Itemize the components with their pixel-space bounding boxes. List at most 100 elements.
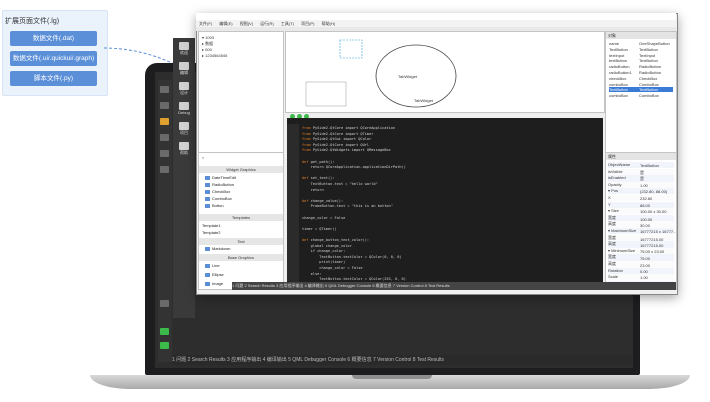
property-value: 75.00 x 23.00	[640, 248, 665, 254]
run-icon[interactable]	[160, 328, 169, 335]
mode-design[interactable]: 设计	[176, 82, 192, 96]
menu-run[interactable]: 运行(R)	[260, 20, 274, 27]
datetime-icon	[205, 175, 210, 180]
property-row[interactable]: ObjectName TextButton	[608, 162, 674, 168]
object-row[interactable]: name OneShapeButton	[609, 41, 673, 46]
menu-tools[interactable]: 工具(T)	[281, 20, 294, 27]
widget-box-pane: ⌕ Widget Graphics DateTimeEdit RadioButt…	[198, 152, 284, 290]
design-canvas[interactable]: TabWidget TabWidget	[285, 31, 605, 113]
templates-header[interactable]: Templates	[199, 214, 283, 221]
property-row[interactable]: ▾ MaximumSize 16777215 x 16777...	[608, 228, 676, 234]
object-row[interactable]: radioButton1 RadioButton	[609, 70, 673, 75]
widget-item[interactable]: DateTimeEdit	[205, 175, 236, 180]
base-graphics-header[interactable]: Base Graphics	[199, 254, 283, 261]
welcome-icon[interactable]	[160, 86, 169, 93]
widget-item[interactable]: RadioButton	[205, 182, 234, 187]
project-icon[interactable]	[160, 150, 169, 157]
laptop-output-tabs[interactable]: 1 问题 2 Search Results 3 应用程序输出 4 编译输出 5 …	[172, 355, 632, 365]
widget-item[interactable]: Image	[205, 281, 223, 286]
property-key: 宽度	[608, 234, 616, 240]
code-text: TextButton.text = "hello world"	[302, 182, 378, 186]
object-row[interactable]: TextButton TextButton	[609, 87, 673, 93]
object-row[interactable]: checkBox CheckBox	[609, 76, 673, 81]
code-keyword: from	[302, 142, 311, 147]
widget-item[interactable]: Ellipse	[205, 272, 224, 277]
property-row[interactable]: ▾ Pos (232.80, 88.00)	[608, 188, 674, 195]
property-value: (232.80, 88.00)	[640, 189, 668, 195]
property-key: ▾ MaximumSize	[608, 228, 637, 233]
object-name: textInput	[609, 52, 625, 58]
property-row[interactable]: Y 88.00	[608, 201, 674, 208]
code-line: def set_text():	[302, 176, 334, 180]
property-key: X	[608, 195, 611, 200]
menu-edit[interactable]: 编辑(E)	[219, 20, 232, 27]
object-row[interactable]: comboBox ComboBox	[609, 93, 673, 98]
mode-debug[interactable]: Debug	[176, 102, 192, 116]
property-row[interactable]: Scale 1.00	[608, 274, 674, 281]
device-icon[interactable]	[160, 300, 169, 307]
mode-project[interactable]: 项目	[176, 122, 192, 136]
menu-help[interactable]: 帮助(H)	[322, 20, 336, 27]
chip-dat-file[interactable]: 数据文件(.dat)	[10, 31, 97, 46]
widget-item[interactable]: Markdown	[205, 246, 230, 251]
mode-help[interactable]: 帮助	[176, 142, 192, 156]
menu-project[interactable]: 项目(P)	[301, 20, 314, 27]
tree-item[interactable]: ▸ 1234564545	[202, 53, 227, 58]
output-tab-bar[interactable]: 1 问题 2 Search Results 3 应用程序输出 4 编译输出 5 …	[232, 282, 676, 290]
property-key: isEnabled	[608, 175, 626, 181]
widget-section-header[interactable]: Widget Graphics	[199, 166, 283, 173]
object-row[interactable]: radioButton RadioButton	[609, 64, 673, 69]
canvas-drawing	[305, 39, 457, 108]
code-line: from PySide2.QtCore import QCoreApplicat…	[302, 126, 395, 130]
object-tree-pane: 对象 name OneShapeButton TextButton TextButto…	[605, 31, 677, 153]
checkbox-icon	[205, 189, 210, 194]
widget-item[interactable]: CheckBox	[205, 189, 230, 194]
chip-script-file[interactable]: 脚本文件(.py)	[10, 71, 97, 86]
code-line: TextButton.textColor = QColor(255, 0, 0)	[302, 277, 406, 281]
project-tree-pane: ▾ 1003 ▸ 数据 ▸ 000 ▸ 1234564545	[198, 31, 284, 153]
widget-item[interactable]: ComboBox	[205, 196, 232, 201]
text-header[interactable]: Text	[199, 238, 283, 245]
mode-edit[interactable]: 编辑	[176, 62, 192, 76]
code-text: change_value():	[308, 198, 344, 203]
property-value: 1.00	[640, 182, 648, 188]
menu-bar: 文件(F) 编辑(E) 视图(V) 运行(R) 工具(T) 项目(P) 帮助(H…	[196, 20, 676, 27]
object-row[interactable]: comboBox ComboBox	[609, 82, 673, 87]
widget-filter[interactable]: ⌕	[202, 155, 204, 160]
edit-icon[interactable]	[160, 102, 169, 109]
object-row[interactable]: TextButton TextButton	[609, 47, 673, 52]
property-row[interactable]: ▾ MinimumSize 75.00 x 23.00	[608, 247, 674, 254]
help-icon[interactable]	[160, 166, 169, 173]
menu-file[interactable]: 文件(F)	[199, 20, 212, 27]
property-value: 0.00	[640, 268, 648, 274]
property-key: ▾ Pos	[608, 188, 619, 194]
code-text: global change_color	[302, 243, 352, 248]
property-row[interactable]: X 232.80	[608, 195, 674, 201]
project-icon	[179, 122, 189, 130]
mode-welcome[interactable]: 欢迎	[176, 42, 192, 56]
property-row[interactable]: Rotation 0.00	[608, 267, 674, 274]
object-name: TextButton	[609, 87, 628, 93]
object-name: checkBox	[609, 75, 627, 81]
image-icon	[205, 281, 210, 286]
design-icon[interactable]	[160, 118, 169, 125]
template-item[interactable]: Template1	[202, 223, 220, 228]
widget-item[interactable]: Button	[205, 203, 224, 208]
debug-run-icon[interactable]	[160, 342, 169, 349]
property-row[interactable]: Opacity 1.00	[608, 181, 674, 188]
combobox-icon	[205, 196, 210, 201]
object-row[interactable]: textButton TextButton	[609, 58, 673, 63]
code-keyword: from	[302, 137, 311, 142]
tree-item[interactable]: ▸ 000	[202, 47, 212, 52]
tree-item[interactable]: ▾ 1003	[202, 35, 214, 40]
widget-item[interactable]: Line	[205, 263, 220, 268]
property-row[interactable]: ▾ Size 100.00 x 30.00	[608, 208, 674, 215]
object-row[interactable]: textInput TextInput	[609, 53, 673, 58]
chip-ui-file[interactable]: 数据文件(.ui/.quickui/.graph)	[10, 51, 97, 66]
template-item[interactable]: Template2	[202, 230, 220, 235]
object-tree-header: 对象	[606, 32, 676, 39]
menu-view[interactable]: 视图(V)	[240, 20, 253, 27]
code-keyword: from	[302, 131, 311, 136]
debug-icon[interactable]	[160, 134, 169, 141]
properties-header: 属性	[606, 153, 676, 160]
